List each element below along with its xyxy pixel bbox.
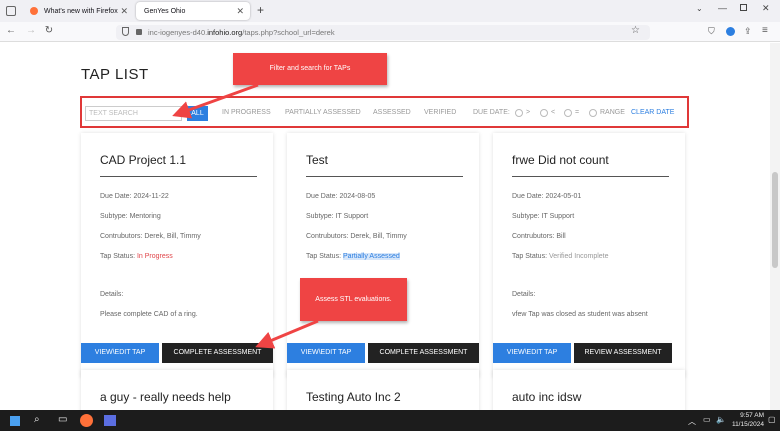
volume-icon[interactable]: 🔈 bbox=[716, 415, 726, 424]
close-window-icon[interactable]: ✕ bbox=[762, 3, 770, 14]
lock-icon[interactable] bbox=[136, 29, 142, 35]
filter-arrow bbox=[172, 83, 259, 119]
shield-icon[interactable] bbox=[122, 27, 129, 36]
callout-arrows bbox=[172, 83, 319, 349]
url-suffix: /taps.php?school_url=derek bbox=[242, 28, 335, 37]
close-tab-icon[interactable]: ✕ bbox=[120, 6, 128, 17]
bookmark-star-icon[interactable]: ☆ bbox=[631, 25, 640, 36]
firefox-menu-icon[interactable] bbox=[6, 6, 16, 16]
address-bar[interactable]: inc-iogenyes-d40.infohio.org/taps.php?sc… bbox=[116, 25, 650, 40]
windows-start-icon[interactable] bbox=[10, 416, 20, 426]
notifications-icon[interactable]: ▢ bbox=[768, 415, 776, 424]
tab-list-icon[interactable]: ⌄ bbox=[696, 4, 703, 13]
tab-label: GenYes Ohio bbox=[144, 7, 186, 15]
extension-icon[interactable] bbox=[726, 27, 735, 36]
firefox-icon bbox=[30, 7, 38, 15]
page-content: TAP LIST TEXT SEARCH ALL IN PROGRESS PAR… bbox=[0, 43, 770, 410]
browser-nav-bar: ← → ↻ inc-iogenyes-d40.infohio.org/taps.… bbox=[0, 22, 780, 42]
task-view-icon[interactable]: ▭ bbox=[58, 414, 67, 425]
share-icon[interactable]: ⇪ bbox=[744, 26, 752, 37]
url-domain: infohio.org bbox=[207, 28, 243, 37]
taskbar: ⌕ ▭ ︿ ▭ 🔈 9:57 AM 11/15/2024 ▢ bbox=[0, 410, 780, 431]
reload-icon[interactable]: ↻ bbox=[42, 25, 56, 36]
app-taskbar-icon[interactable] bbox=[104, 415, 116, 426]
tray-chevron-icon[interactable]: ︿ bbox=[688, 416, 696, 427]
scrollbar-thumb[interactable] bbox=[772, 172, 778, 268]
minimize-icon[interactable]: — bbox=[718, 3, 727, 13]
close-tab-icon[interactable]: ✕ bbox=[236, 6, 244, 17]
clock-date[interactable]: 11/15/2024 bbox=[728, 421, 764, 428]
search-icon[interactable]: ⌕ bbox=[34, 414, 40, 425]
back-icon[interactable]: ← bbox=[4, 25, 18, 36]
network-icon[interactable]: ▭ bbox=[703, 415, 711, 424]
firefox-taskbar-icon[interactable] bbox=[80, 414, 93, 427]
tab-genyes-ohio[interactable]: GenYes Ohio ✕ bbox=[136, 2, 250, 20]
tab-label: What's new with Firefox bbox=[44, 7, 118, 15]
menu-icon[interactable]: ≡ bbox=[762, 25, 768, 36]
url-prefix: inc-iogenyes-d40. bbox=[148, 28, 208, 37]
tab-whats-new[interactable]: What's new with Firefox ✕ bbox=[22, 2, 134, 20]
clock-time[interactable]: 9:57 AM bbox=[728, 412, 764, 419]
assess-arrow bbox=[255, 319, 319, 349]
maximize-icon[interactable] bbox=[740, 4, 747, 11]
pocket-icon[interactable]: ⛉ bbox=[708, 26, 715, 37]
browser-tab-bar: What's new with Firefox ✕ GenYes Ohio ✕ … bbox=[0, 0, 780, 22]
forward-icon[interactable]: → bbox=[24, 25, 38, 36]
new-tab-button[interactable]: + bbox=[257, 3, 264, 17]
